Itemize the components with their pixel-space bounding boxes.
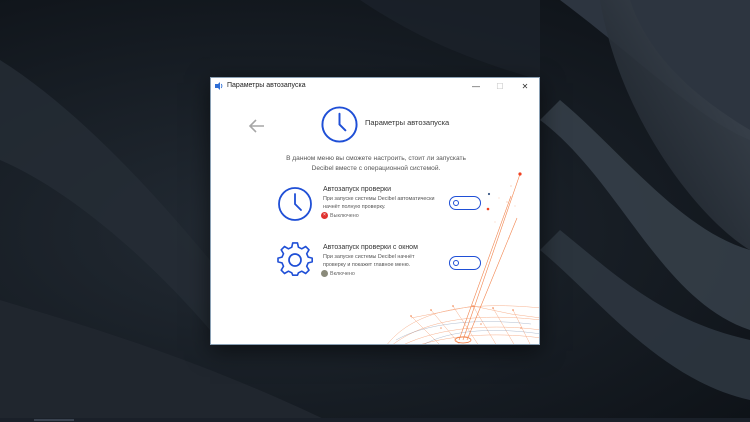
disabled-status-icon: × [321,212,328,219]
title-bar[interactable]: Параметры автозапуска — ☐ ✕ [211,78,539,94]
app-logo-icon [215,82,223,90]
page-title: Параметры автозапуска [365,118,450,127]
window-title: Параметры автозапуска [227,82,306,89]
autostart-scan-description: При запуске системы Decibel автоматическ… [323,196,435,210]
taskbar [0,418,750,422]
page-description: В данном меню вы сможете настроить, стои… [286,155,466,172]
autostart-window-description: При запуске системы Decibel начнёт прове… [323,254,415,268]
autostart-scan-toggle[interactable] [449,196,481,210]
gear-icon [277,242,313,277]
autostart-scan-status: × Выключено [321,212,359,219]
enabled-status-icon [321,270,328,277]
toggle-knob [453,259,459,266]
autostart-window-title: Автозапуск проверки с окном [323,244,418,251]
desktop: Параметры автозапуска — ☐ ✕ Параметры ав… [0,0,750,422]
back-arrow-icon[interactable] [247,118,267,134]
autostart-window-toggle[interactable] [449,256,481,270]
clock-icon [278,187,312,221]
maximize-button[interactable]: ☐ [488,78,512,94]
autostart-scan-title: Автозапуск проверки [323,186,391,193]
autostart-window-status: Включено [321,270,355,277]
autostart-settings-window: Параметры автозапуска — ☐ ✕ Параметры ав… [210,77,540,345]
close-button[interactable]: ✕ [513,78,537,94]
minimize-button[interactable]: — [464,78,488,94]
taskbar-pinned-apps[interactable] [34,419,74,421]
clock-icon [321,106,358,143]
toggle-knob [453,199,459,206]
